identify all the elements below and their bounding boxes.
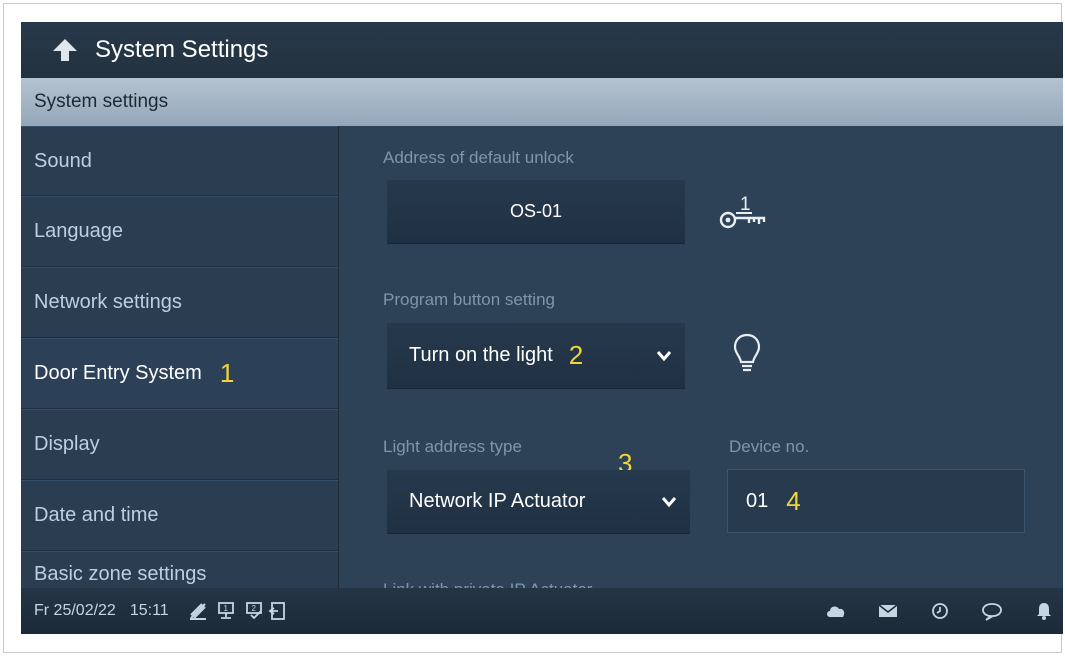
callout-marker-2: 2 [568, 340, 584, 370]
light-address-type-dropdown[interactable]: Network IP Actuator [387, 470, 690, 534]
section-header: System settings [21, 78, 1063, 126]
default-unlock-value: OS-01 [509, 201, 563, 221]
light-address-type-label: Light address type [383, 437, 522, 456]
program-button-dropdown[interactable]: Turn on the light 2 [387, 323, 685, 389]
sidebar-item-door-entry-system[interactable]: Door Entry System 1 [21, 338, 338, 409]
light-bulb-icon [732, 331, 762, 375]
svg-text:1: 1 [740, 194, 751, 215]
page-title: System Settings [95, 36, 269, 63]
callout-marker-4: 4 [786, 485, 801, 516]
sidebar-item-basic-zone-settings[interactable]: Basic zone settings [21, 551, 338, 588]
sidebar-item-label: Sound [34, 149, 92, 172]
link-private-label: Link with private IP Actuator [383, 580, 592, 588]
intercom-1-icon[interactable]: 1 [215, 600, 237, 622]
sidebar-item-label: Language [34, 220, 123, 242]
sidebar-item-label: Network settings [34, 291, 182, 313]
device-no-value: 01 [746, 489, 769, 512]
sidebar-item-display[interactable]: Display [21, 409, 338, 480]
chat-icon[interactable] [981, 600, 1003, 622]
title-bar: System Settings [21, 22, 1063, 78]
program-button-value: Turn on the light [409, 344, 553, 366]
sidebar-item-label: Date and time [34, 504, 159, 526]
chevron-down-icon [662, 496, 676, 507]
callout-marker-1: 1 [219, 358, 235, 388]
default-unlock-button[interactable]: OS-01 [387, 180, 685, 244]
device-screen: System Settings System settings Sound La… [21, 22, 1063, 634]
light-address-type-value: Network IP Actuator [409, 490, 586, 512]
sidebar-item-sound[interactable]: Sound [21, 126, 338, 196]
door-exit-icon[interactable] [267, 600, 289, 622]
chevron-down-icon [657, 350, 671, 361]
clean-screen-icon[interactable] [187, 600, 209, 622]
sidebar-item-date-and-time[interactable]: Date and time [21, 480, 338, 551]
cloud-icon[interactable] [825, 600, 847, 622]
device-no-field[interactable]: 01 4 [727, 469, 1025, 533]
default-unlock-label: Address of default unlock [383, 148, 574, 167]
program-button-label: Program button setting [383, 290, 555, 309]
key-icon: 1 [718, 186, 770, 236]
device-no-label: Device no. [729, 437, 810, 456]
status-date: Fr 25/02/22 [34, 602, 116, 619]
sidebar: Sound Language Network settings Door Ent… [21, 126, 339, 588]
bell-icon[interactable] [1033, 600, 1055, 622]
status-bar: Fr 25/02/22 15:11 1 2 [21, 588, 1063, 634]
svg-text:1: 1 [223, 604, 228, 613]
svg-text:2: 2 [251, 604, 256, 613]
history-icon[interactable] [929, 600, 951, 622]
sidebar-item-network-settings[interactable]: Network settings [21, 267, 338, 338]
back-arrow-icon[interactable] [49, 34, 81, 66]
sidebar-item-label: Door Entry System [34, 362, 202, 384]
mail-icon[interactable] [877, 600, 899, 622]
settings-panel: Address of default unlock OS-01 1 Progra… [340, 126, 1063, 588]
sidebar-item-label: Display [34, 433, 100, 455]
intercom-2-icon[interactable]: 2 [243, 600, 265, 622]
status-time: 15:11 [129, 602, 169, 619]
sidebar-item-language[interactable]: Language [21, 196, 338, 267]
sidebar-item-label: Basic zone settings [34, 563, 207, 585]
